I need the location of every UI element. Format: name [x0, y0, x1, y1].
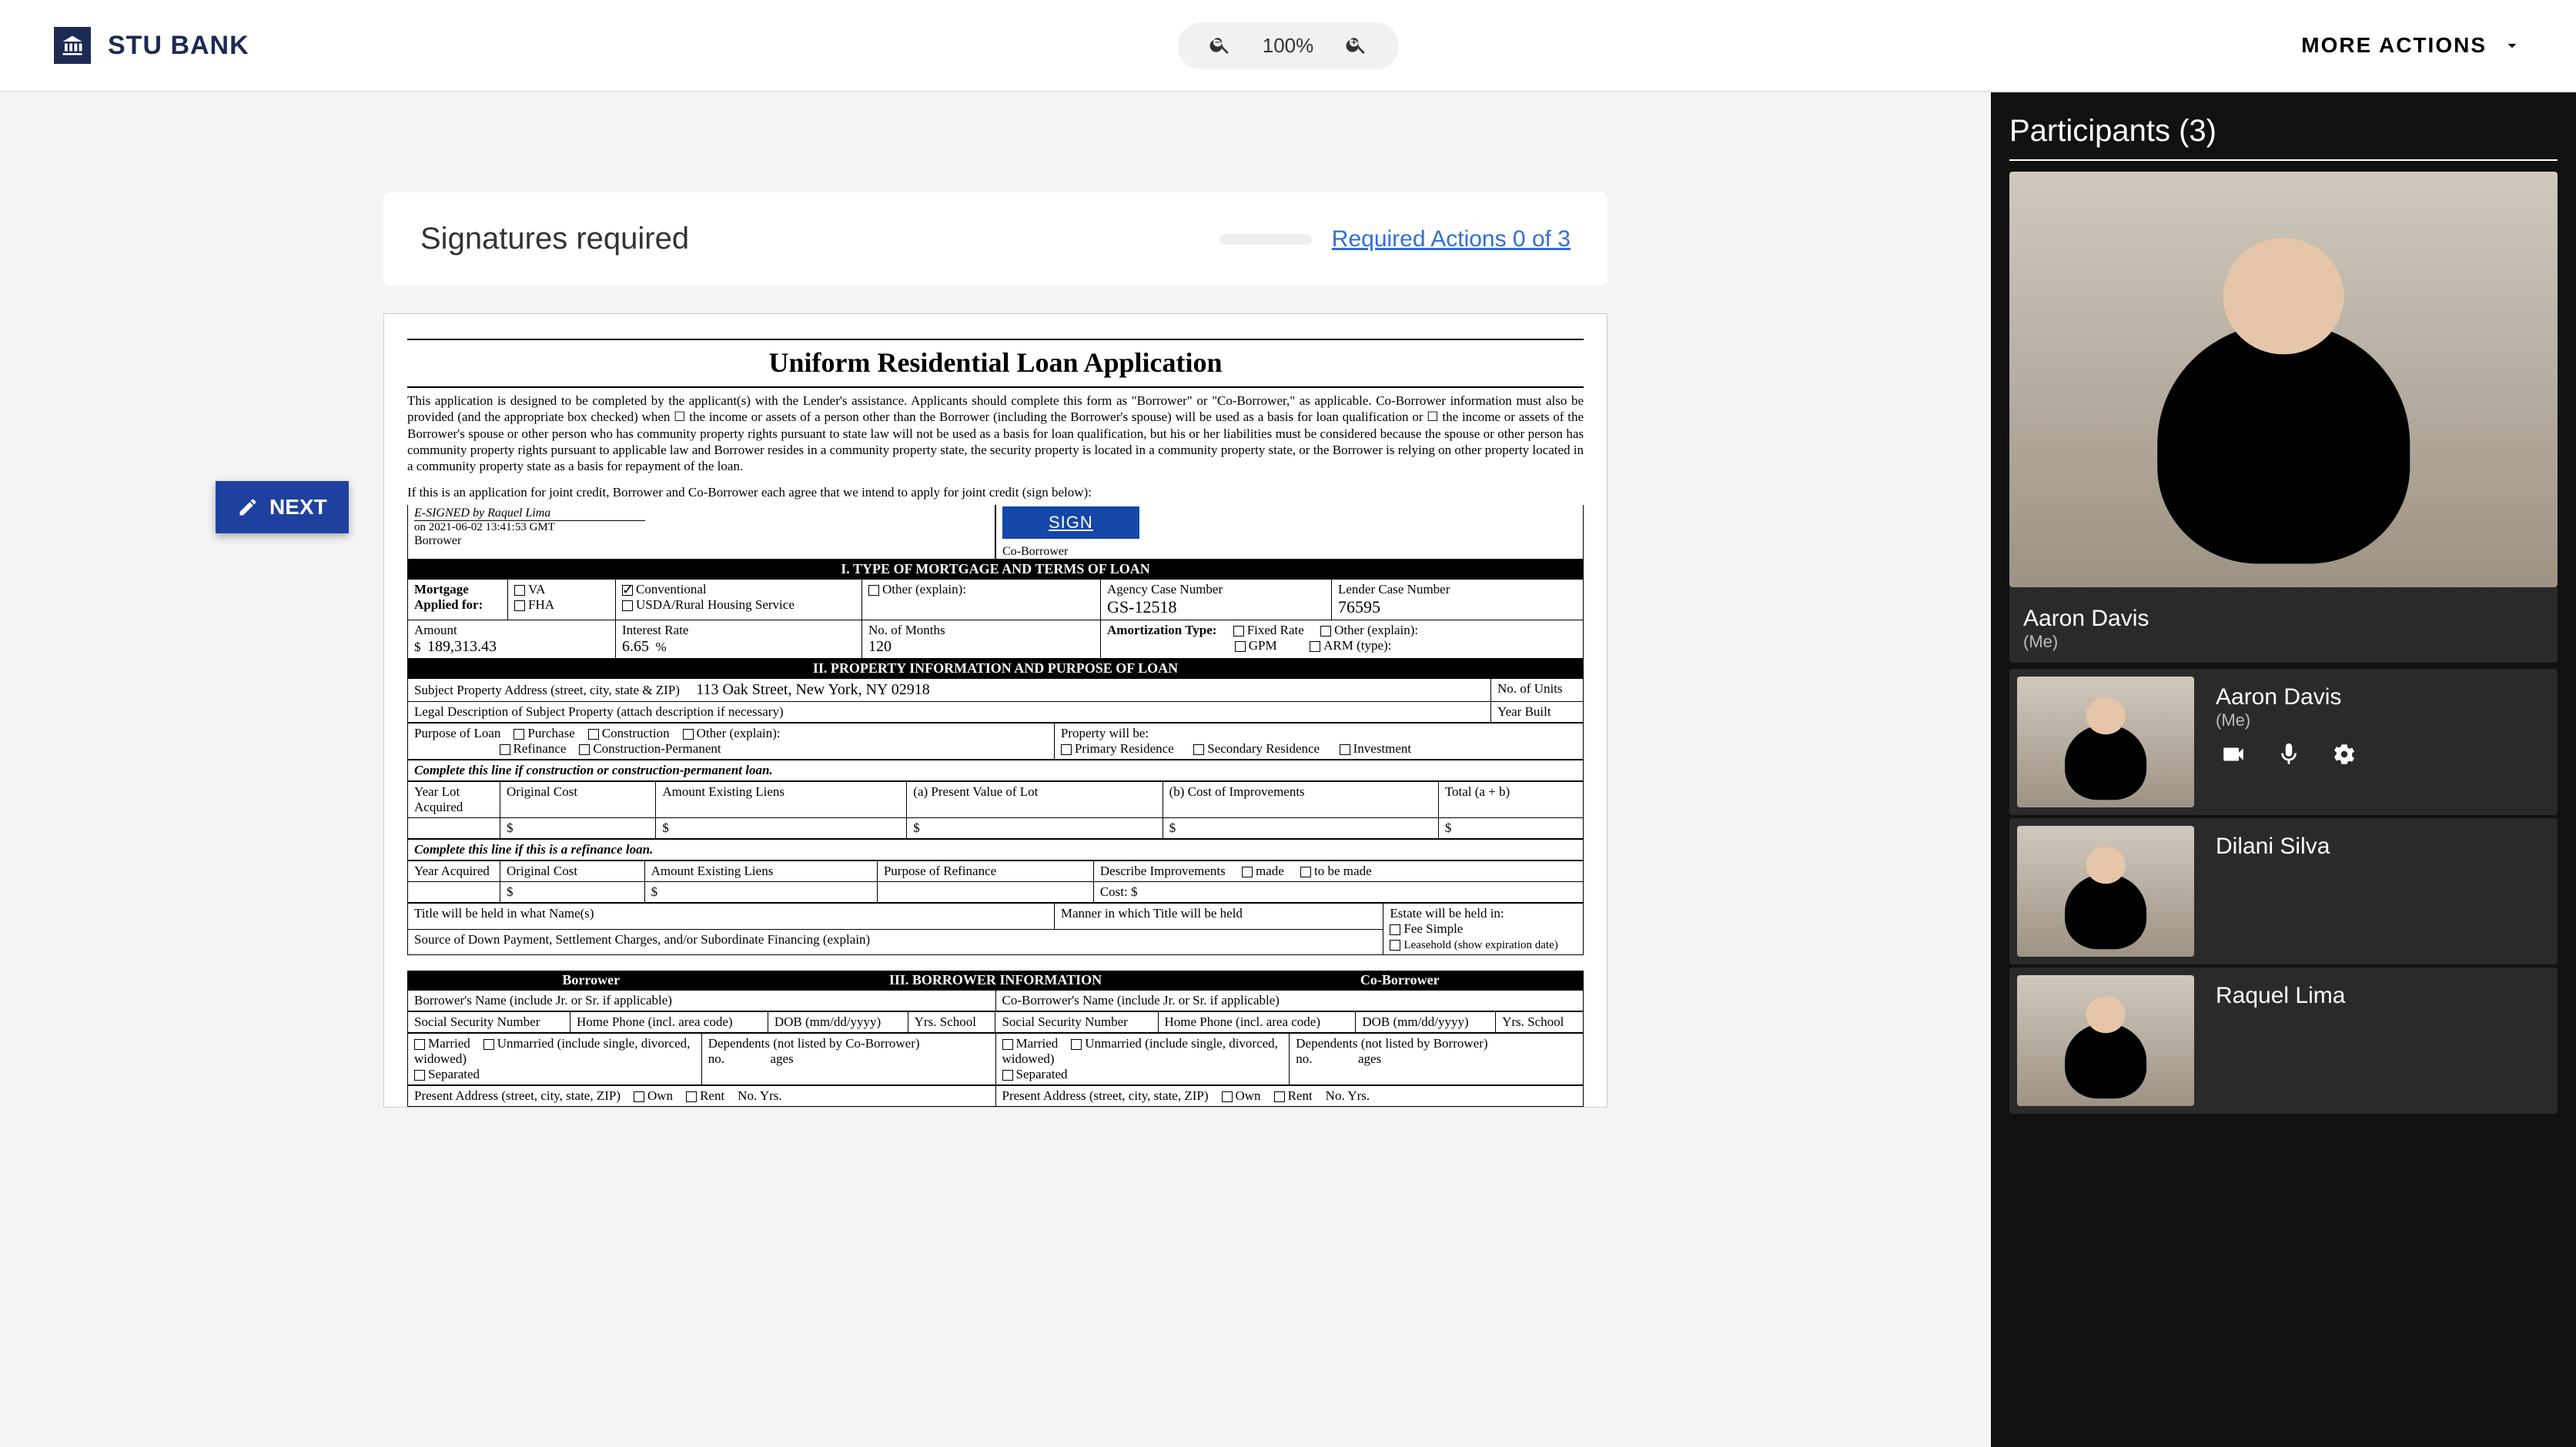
borrower-sign-cell: E-SIGNED by Raquel Lima on 2021-06-02 13…: [407, 505, 995, 560]
lender-value: 76595: [1338, 597, 1380, 617]
joint-credit-text: If this is an application for joint cred…: [407, 485, 1584, 500]
participants-sidebar: Participants (3) Aaron Davis (Me) Aaron …: [1991, 92, 2576, 1447]
participant-name: Aaron Davis: [2023, 606, 2544, 632]
document: Uniform Residential Loan Application Thi…: [383, 313, 1607, 1108]
participant-card[interactable]: Aaron Davis (Me): [2009, 669, 2558, 815]
esign-line1: E-SIGNED by Raquel Lima: [414, 506, 645, 521]
participant-name: Raquel Lima: [2216, 983, 2345, 1009]
chevron-down-icon: [2502, 35, 2522, 55]
signatures-title: Signatures required: [420, 222, 689, 256]
coborrower-sign-cell: SIGN Co-Borrower: [995, 505, 1584, 560]
participant-card[interactable]: Dilani Silva: [2009, 818, 2558, 964]
rate-value: 6.65: [622, 638, 649, 655]
zoom-control: 100%: [1178, 22, 1399, 69]
progress-bar: [1219, 234, 1312, 245]
mortgage-table: Mortgage Applied for: VAFHA Conventional…: [407, 579, 1584, 659]
zoom-out-button[interactable]: [1209, 33, 1232, 58]
bank-icon: [54, 27, 91, 64]
more-actions-label: MORE ACTIONS: [2301, 33, 2487, 58]
video-feed: [2017, 826, 2194, 957]
address-value: 113 Oak Street, New York, NY 02918: [696, 681, 930, 698]
section-2-bar: II. PROPERTY INFORMATION AND PURPOSE OF …: [407, 659, 1584, 678]
signatures-panel: Signatures required Required Actions 0 o…: [383, 192, 1607, 286]
participant-name: Dilani Silva: [2216, 834, 2330, 860]
main-area: Signatures required Required Actions 0 o…: [0, 92, 1991, 1447]
coborrower-label: Co-Borrower: [1002, 545, 1577, 559]
topbar: STU BANK 100% MORE ACTIONS: [0, 0, 2576, 92]
sign-button[interactable]: SIGN: [1002, 506, 1139, 539]
esign-line2: on 2021-06-02 13:41:53 GMT: [414, 521, 989, 534]
required-actions-link[interactable]: Required Actions 0 of 3: [1332, 226, 1571, 252]
video-feed: [2017, 677, 2194, 807]
more-actions-button[interactable]: MORE ACTIONS: [2301, 33, 2522, 58]
doc-intro: This application is designed to be compl…: [407, 393, 1584, 474]
mic-icon[interactable]: [2276, 741, 2302, 767]
zoom-level: 100%: [1263, 34, 1314, 58]
participant-card-large[interactable]: Aaron Davis (Me): [2009, 172, 2558, 663]
zoom-in-icon: [1344, 33, 1367, 56]
zoom-in-button[interactable]: [1344, 33, 1367, 58]
participants-title: Participants (3): [2009, 114, 2558, 149]
participant-me: (Me): [2023, 632, 2544, 652]
brand-name: STU BANK: [108, 31, 249, 61]
participant-me: (Me): [2216, 710, 2362, 730]
video-feed: [2009, 172, 2558, 587]
camera-icon[interactable]: [2220, 741, 2246, 767]
months-value: 120: [868, 638, 892, 655]
participant-name: Aaron Davis: [2216, 684, 2362, 710]
pencil-icon: [237, 496, 259, 518]
agency-value: GS-12518: [1107, 597, 1176, 617]
participant-card[interactable]: Raquel Lima: [2009, 967, 2558, 1114]
borrower-label: Borrower: [414, 534, 989, 548]
zoom-out-icon: [1209, 33, 1232, 56]
section-1-bar: I. TYPE OF MORTGAGE AND TERMS OF LOAN: [407, 560, 1584, 579]
amount-value: 189,313.43: [427, 638, 497, 655]
doc-title: Uniform Residential Loan Application: [407, 346, 1584, 379]
gear-icon[interactable]: [2331, 741, 2357, 767]
video-feed: [2017, 975, 2194, 1106]
brand: STU BANK: [54, 27, 249, 64]
next-button[interactable]: NEXT: [216, 481, 349, 533]
next-label: NEXT: [269, 495, 327, 520]
